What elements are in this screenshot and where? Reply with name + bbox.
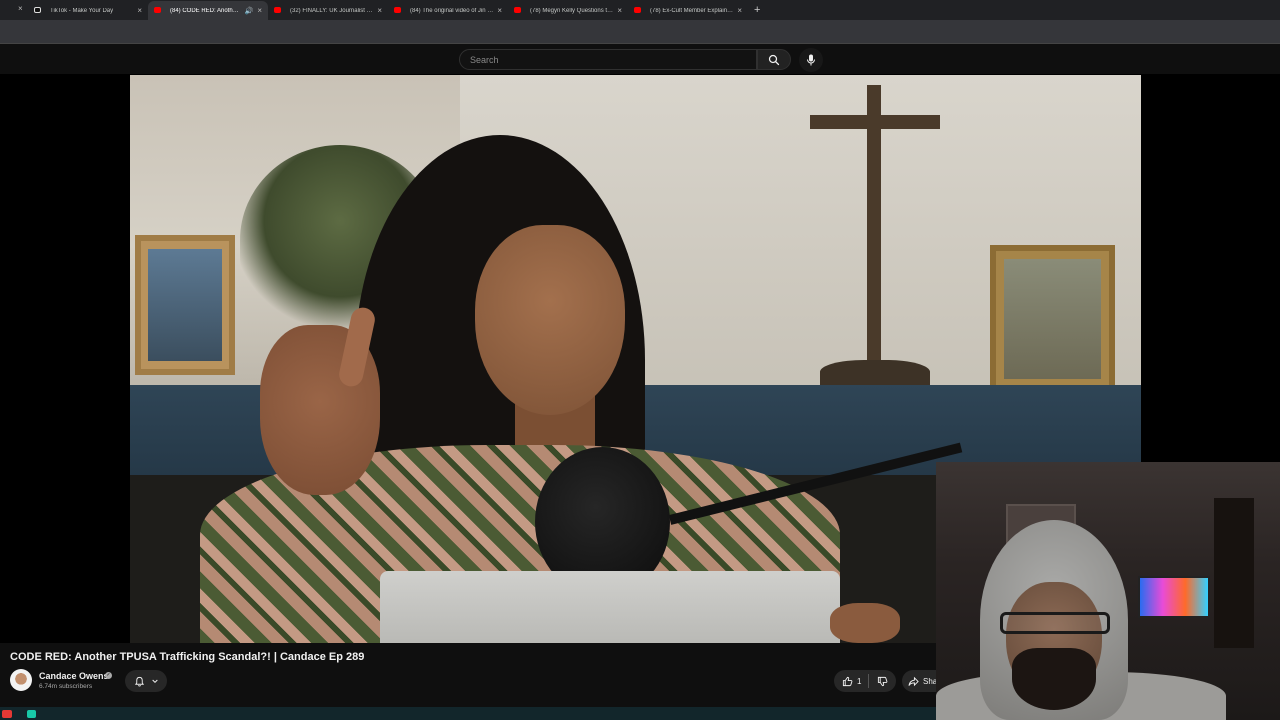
webcam-overlay [936,462,1280,720]
tab-title: (78) Megyn Kelly Questions the [530,7,614,14]
verified-icon: ✓ [105,672,112,679]
close-icon[interactable]: × [617,6,622,15]
video-frame-crucifix-bar [810,115,940,129]
avatar[interactable] [10,669,32,691]
tab-tiktok[interactable]: TikTok - Make Your Day × [28,1,148,20]
thumbs-down-icon [877,676,888,686]
search-button[interactable] [757,49,791,70]
tab-uk-journalist[interactable]: (32) FINALLY: UK Journalist CONFRONTS × [268,1,388,20]
tab-megyn-kelly[interactable]: (78) Megyn Kelly Questions the × [508,1,628,20]
webcam-glasses [1000,612,1110,634]
search-box[interactable] [459,49,757,70]
notification-bell-button[interactable] [125,670,167,692]
tab-original-video[interactable]: (84) The original video of Jin sh × [388,1,508,20]
video-frame-picture-right-photo [1004,259,1101,379]
channel-name[interactable]: Candace Owens [39,671,109,681]
close-icon[interactable]: × [137,6,142,15]
video-frame-host-right-hand [830,603,900,643]
youtube-icon [154,7,161,13]
video-title: CODE RED: Another TPUSA Trafficking Scan… [10,651,365,663]
tab-ex-cult-member[interactable]: (78) Ex-Cult Member Explains H × [628,1,748,20]
like-count: 1 [857,676,862,686]
webcam-monitor [1138,576,1210,618]
like-button[interactable]: 1 [834,670,868,692]
app-icon[interactable] [2,710,12,718]
bell-icon [134,676,144,687]
close-icon[interactable]: × [18,4,23,13]
speaker-icon[interactable]: 🔊 [245,7,254,15]
tab-title: (32) FINALLY: UK Journalist CONFRONTS [290,7,373,14]
new-tab-button[interactable]: + [754,1,760,20]
tab-title: (78) Ex-Cult Member Explains H [650,7,734,14]
video-frame-host-face [475,225,625,415]
like-dislike-group: 1 [834,670,896,692]
app-icon[interactable] [27,710,36,718]
browser-tab-strip: × TikTok - Make Your Day × (84) CODE RED… [0,0,1280,20]
youtube-icon [514,7,521,13]
microphone-icon [807,54,815,66]
subscriber-count: 6.74m subscribers [39,683,93,690]
search-input[interactable] [470,54,756,65]
search-icon [768,54,780,65]
tab-title: (84) The original video of Jin sh [410,7,494,14]
tiktok-icon [34,7,41,13]
youtube-icon [274,7,281,13]
video-frame-laptop [380,571,840,643]
taskbar [0,707,936,720]
browser-toolbar [0,20,1280,44]
thumbs-up-icon [842,676,853,686]
close-icon[interactable]: × [497,6,502,15]
tab-title: (84) CODE RED: Another TPUSA [170,7,242,14]
youtube-icon [394,7,401,13]
tab-title: TikTok - Make Your Day [50,7,114,14]
video-frame-picture-left-photo [148,249,222,361]
close-icon[interactable]: × [257,6,262,15]
tab-code-red[interactable]: (84) CODE RED: Another TPUSA 🔊 × [148,1,268,20]
share-icon [908,676,919,686]
close-icon[interactable]: × [377,6,382,15]
voice-search-button[interactable] [799,48,823,72]
webcam-beard [1012,648,1096,710]
chevron-down-icon [151,679,158,684]
close-icon[interactable]: × [737,6,742,15]
dislike-button[interactable] [869,670,896,692]
youtube-masthead [0,44,1280,74]
webcam-bookshelf [1214,498,1254,648]
youtube-icon [634,7,641,13]
